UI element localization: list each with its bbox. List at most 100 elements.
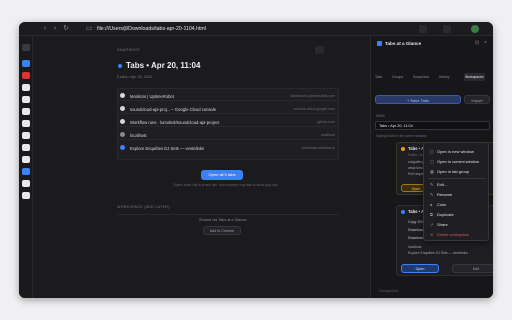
panel-title: Tabs at a Glance xyxy=(385,40,422,46)
menu-item-label: Share xyxy=(437,222,448,227)
list-item[interactable]: localhost localhost xyxy=(117,130,339,140)
tab-host: github.com xyxy=(317,119,335,124)
status-dot xyxy=(401,147,405,151)
tab-title[interactable]: Explore Enquêtes DJ Sets — ventelinks xyxy=(130,146,204,151)
close-icon[interactable]: × xyxy=(484,41,487,46)
menu-item-label: Color xyxy=(437,202,447,207)
tab-workspaces[interactable]: Workspaces xyxy=(464,73,485,81)
file-icon: ▭ xyxy=(85,25,93,32)
arrow-left-icon[interactable]: ‹ xyxy=(41,25,49,33)
menu-item-open-new-window[interactable]: ▢ Open in new window xyxy=(430,147,486,156)
toolbar: ‹ › ↻ ▭ file:///Users/jl/Downloads/tabs-… xyxy=(19,22,493,36)
tab-favicon[interactable] xyxy=(22,156,30,163)
status-dot xyxy=(401,210,405,214)
shared-via-text: Shared via Tabs at a Glance xyxy=(199,218,247,222)
footer-label: Unorganised xyxy=(379,289,399,293)
tab-groups[interactable]: Groups xyxy=(392,73,403,81)
page-title: Tabs • Apr 20, 11:04 xyxy=(126,61,201,70)
favicon-icon xyxy=(120,106,125,111)
vertical-tab-strip xyxy=(19,36,33,298)
arrow-right-icon[interactable]: › xyxy=(51,25,59,33)
tab-host: localhost xyxy=(320,132,335,137)
pencil-icon: ✎ xyxy=(430,192,434,197)
menu-item-color[interactable]: ● Color xyxy=(430,200,486,209)
name-input[interactable]: Tabs • Apr 20, 11:04 xyxy=(375,121,490,130)
settings-button[interactable] xyxy=(315,46,324,54)
tab-title[interactable]: soundcloud-api-proj... – Google Cloud co… xyxy=(130,107,216,112)
snapshot-label: SNAPSHOT xyxy=(117,48,141,52)
window-icon: ▢ xyxy=(430,159,434,164)
window-icon: ▢ xyxy=(430,149,434,154)
tab-title[interactable]: Workflow runs · lumoltek/soundcloud-api-… xyxy=(130,120,219,125)
list-item[interactable]: Workflow runs · lumoltek/soundcloud-api-… xyxy=(117,117,339,127)
tab-favicon[interactable] xyxy=(22,168,30,175)
menu-item-label: Open in new window xyxy=(437,149,474,154)
menu-item-label: Open in tab group xyxy=(437,169,470,174)
tab-favicon[interactable] xyxy=(22,120,30,127)
menu-divider xyxy=(428,178,486,179)
name-input-value: Tabs • Apr 20, 11:04 xyxy=(379,123,413,128)
tab-favicon[interactable] xyxy=(22,192,30,199)
group-icon: ▦ xyxy=(430,169,434,174)
menu-item-edit[interactable]: ✎ Edit... xyxy=(430,180,486,189)
status-dot xyxy=(118,64,122,68)
tab-favicon[interactable] xyxy=(22,72,30,79)
tab-tabs[interactable]: Tabs xyxy=(375,73,382,81)
menu-item-open-tab-group[interactable]: ▦ Open in tab group xyxy=(430,167,486,176)
browser-window: ‹ › ↻ ▭ file:///Users/jl/Downloads/tabs-… xyxy=(19,22,493,298)
reload-icon[interactable]: ↻ xyxy=(62,25,70,33)
tab-host: ventelinks.webflow.io xyxy=(301,145,335,150)
workspace-section-label: WORKSPACE (ADD LATER) xyxy=(117,205,170,209)
tab-favicon[interactable] xyxy=(22,60,30,67)
extensions-icon[interactable] xyxy=(419,25,427,33)
menu-item-duplicate[interactable]: ⧉ Duplicate xyxy=(430,210,486,219)
menu-item-open-current-window[interactable]: ▢ Open in current window xyxy=(430,157,486,166)
edit-button[interactable]: Edit xyxy=(452,264,493,273)
menu-item-label: Edit... xyxy=(437,182,448,187)
favicon-icon xyxy=(120,145,125,150)
favicon-icon xyxy=(120,119,125,124)
favicon-icon xyxy=(120,93,125,98)
list-item[interactable]: Explore Enquêtes DJ Sets — ventelinks ve… xyxy=(117,143,339,153)
pin-icon[interactable]: ⊡ xyxy=(475,41,479,46)
favicon-icon xyxy=(120,132,125,137)
name-hint: Saving 5 tabs in the current window xyxy=(376,134,427,138)
name-label: NAME xyxy=(376,114,386,118)
menu-item-share[interactable]: ↗ Share xyxy=(430,220,486,229)
tab-host: console.cloud.google.com xyxy=(293,106,335,111)
list-item[interactable]: Monitors | UptimeRobot dashboard.uptimer… xyxy=(117,91,339,101)
card-line: Explore Enquêtes DJ Sets — ventelinks xyxy=(408,251,468,255)
tab-history[interactable]: History xyxy=(439,73,450,81)
tab-favicon[interactable] xyxy=(22,44,30,51)
tab-title[interactable]: localhost xyxy=(130,133,147,138)
page-subtitle: 5 tabs • Apr 20, 2026 xyxy=(117,75,153,79)
tab-title[interactable]: Monitors | UptimeRobot xyxy=(130,94,174,99)
sidebar-icon[interactable] xyxy=(443,25,451,33)
context-menu: ▢ Open in new window ▢ Open in current win… xyxy=(423,142,489,241)
page-content: SNAPSHOT Tabs • Apr 20, 11:04 5 tabs • A… xyxy=(33,36,370,298)
copy-icon: ⧉ xyxy=(430,212,433,217)
menu-item-label: Open in current window xyxy=(437,159,480,164)
menu-item-label: Rename xyxy=(437,192,453,197)
save-tabs-button[interactable]: + Save Tabs xyxy=(375,95,461,104)
palette-icon: ● xyxy=(430,202,433,207)
card-line: localhost xyxy=(408,245,422,249)
menu-item-label: Duplicate xyxy=(437,212,454,217)
menu-item-label: Delete workspace xyxy=(437,232,469,237)
open-button[interactable]: Open xyxy=(401,264,439,273)
import-button[interactable]: Import xyxy=(464,95,490,104)
menu-item-rename[interactable]: ✎ Rename xyxy=(430,190,486,199)
tab-favicon[interactable] xyxy=(22,84,30,91)
tab-favicon[interactable] xyxy=(22,180,30,187)
list-item[interactable]: soundcloud-api-proj... – Google Cloud co… xyxy=(117,104,339,114)
tab-favicon[interactable] xyxy=(22,96,30,103)
tab-snapshots[interactable]: Snapshots xyxy=(413,73,429,81)
tab-favicon[interactable] xyxy=(22,144,30,151)
add-to-chrome-button[interactable]: Add to Chrome xyxy=(203,226,241,235)
tab-favicon[interactable] xyxy=(22,108,30,115)
tab-favicon[interactable] xyxy=(22,132,30,139)
avatar[interactable] xyxy=(471,25,479,33)
menu-item-delete[interactable]: ✕ Delete workspace xyxy=(430,230,486,239)
open-all-button[interactable]: Open all 5 tabs xyxy=(201,170,243,180)
address-bar[interactable]: file:///Users/jl/Downloads/tabs-apr-20-1… xyxy=(97,24,206,34)
